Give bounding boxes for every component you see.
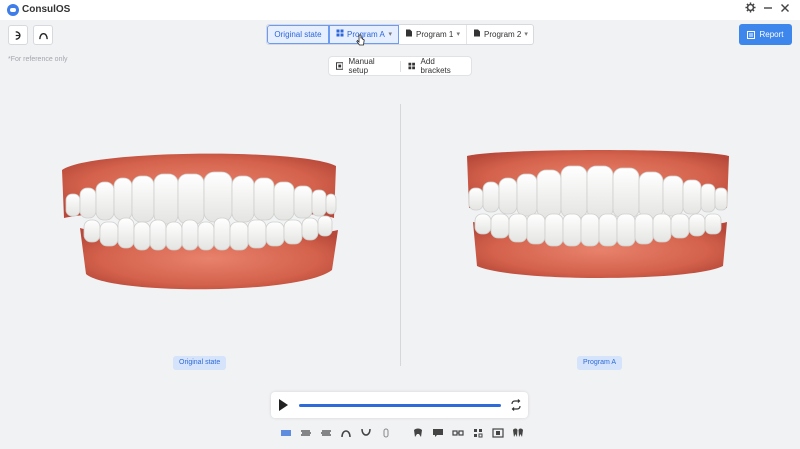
original-state-label: Original state [173,356,227,370]
tab-label: Program 1 [416,30,454,39]
loop-icon[interactable] [509,398,523,412]
tab-label: Program 2 [484,30,522,39]
setup-bar: Manual setup Add brackets [328,56,472,76]
upper-jaw-icon[interactable] [8,25,28,45]
chevron-down-icon[interactable]: ▾ [524,25,528,44]
bite-icon[interactable] [488,424,508,442]
add-brackets-label: Add brackets [420,57,451,75]
upper-arch-icon[interactable] [336,424,356,442]
tab-label: Original state [274,30,322,39]
progress-timeline[interactable] [299,404,501,407]
program-a-viewport[interactable] [401,90,800,380]
grid-icon[interactable] [468,424,488,442]
program-a-teeth-model [467,150,729,278]
mouse-cursor-icon [356,34,365,46]
program-grid-icon [336,25,344,44]
add-brackets-button[interactable]: Add brackets [401,56,471,76]
document-icon [473,25,481,44]
tooth-icon[interactable] [408,424,428,442]
close-icon[interactable] [777,2,793,18]
report-button[interactable]: Report [739,24,792,45]
comment-icon[interactable] [428,424,448,442]
view-toolbar [276,424,528,442]
report-label: Report [759,30,784,39]
program-tabs: Original state Program A ▾ Program 1 ▾ P… [266,24,534,45]
toolbar: Original state Program A ▾ Program 1 ▾ P… [0,20,800,48]
chevron-down-icon[interactable]: ▾ [388,25,392,44]
side-profile-icon[interactable] [376,424,396,442]
playback-bar [271,392,528,418]
brackets-icon [408,62,416,70]
tab-program-2[interactable]: Program 2 ▾ [467,25,533,44]
app-logo-icon [7,4,19,16]
original-state-viewport[interactable] [0,90,400,380]
minimize-icon[interactable] [760,2,776,18]
lower-arch-icon[interactable] [356,424,376,442]
right-view-icon[interactable] [316,424,336,442]
double-tooth-icon[interactable] [508,424,528,442]
play-icon[interactable] [279,399,288,411]
app-title: ConsulOS [22,4,71,15]
chevron-down-icon[interactable]: ▾ [456,25,460,44]
brackets-icon[interactable] [448,424,468,442]
program-a-label: Program A [577,356,623,370]
manual-setup-label: Manual setup [348,57,375,75]
manual-setup-button[interactable]: Manual setup [329,56,400,76]
tab-program-1[interactable]: Program 1 ▾ [399,25,467,44]
report-icon [747,30,756,39]
gear-icon[interactable] [742,2,758,18]
manual-setup-icon [336,62,344,70]
reference-note: *For reference only [8,56,68,63]
left-view-icon[interactable] [296,424,316,442]
original-teeth-model [62,153,338,290]
title-bar: ConsulOS [0,0,800,20]
front-view-icon[interactable] [276,424,296,442]
arch-icon[interactable] [33,25,53,45]
tab-label: Program A [347,30,385,39]
tab-original-state[interactable]: Original state [267,25,329,44]
document-icon [405,25,413,44]
